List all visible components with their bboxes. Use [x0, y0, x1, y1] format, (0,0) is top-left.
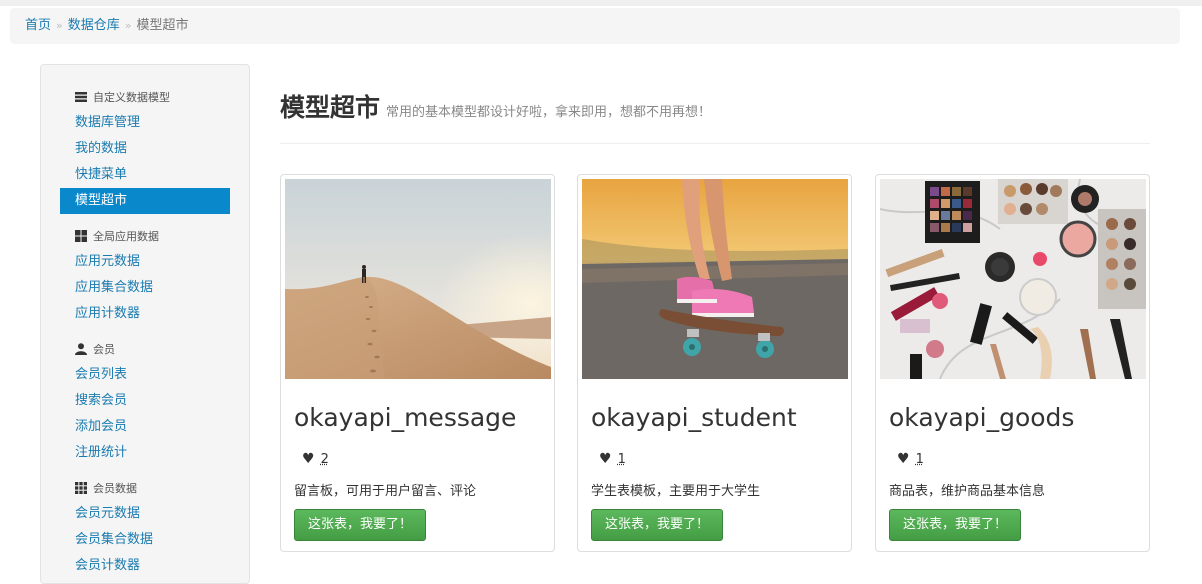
sidebar-item-app-collection[interactable]: 应用集合数据	[60, 275, 230, 301]
card-title: okayapi_message	[294, 403, 517, 432]
database-icon	[75, 92, 87, 102]
sidebar-item-add-member[interactable]: 添加会员	[60, 414, 230, 440]
sidebar-item-member-meta[interactable]: 会员元数据	[60, 501, 230, 527]
sidebar-item-app-counter[interactable]: 应用计数器	[60, 301, 230, 327]
card-description: 留言板，可用于用户留言、评论	[294, 484, 477, 499]
user-icon	[75, 343, 87, 355]
model-card: okayapi_message ♥ 2 留言板，可用于用户留言、评论 这张表，我要…	[280, 174, 555, 552]
breadcrumb-current: 模型超市	[136, 18, 189, 33]
sidebar-header-label: 会员数据	[93, 482, 137, 495]
heart-icon[interactable]: ♥	[599, 451, 612, 467]
cosmetics-photo	[880, 179, 1146, 379]
top-bar	[0, 0, 1202, 6]
sidebar-item-member-collection[interactable]: 会员集合数据	[60, 527, 230, 553]
sidebar-item-model-market[interactable]: 模型超市	[60, 188, 230, 214]
like-count-value: 1	[915, 452, 924, 467]
sidebar-item-search-member[interactable]: 搜索会员	[60, 388, 230, 414]
model-card: okayapi_student ♥ 1 学生表模板，主要用于大学生 这张表，我要了…	[577, 174, 852, 552]
grid-small-icon	[75, 482, 87, 494]
card-description: 学生表模板，主要用于大学生	[591, 484, 761, 499]
sidebar-header-global-data: 全局应用数据	[75, 229, 159, 245]
like-count: ♥ 1	[897, 451, 924, 467]
like-count-value: 1	[617, 452, 626, 467]
sidebar: 自定义数据模型 数据库管理 我的数据 快捷菜单 模型超市 全局应用数据 应用元数…	[40, 64, 250, 584]
sidebar-item-register-stats[interactable]: 注册统计	[60, 440, 230, 466]
breadcrumb: 首页 » 数据仓库 » 模型超市	[10, 8, 1180, 44]
breadcrumb-separator: »	[124, 19, 132, 32]
card-description: 商品表，维护商品基本信息	[889, 484, 1046, 499]
divider	[280, 143, 1150, 144]
take-table-button[interactable]: 这张表，我要了！	[294, 509, 427, 541]
page-header: 模型超市 常用的基本模型都设计好啦，拿来即用，想都不用再想！	[280, 88, 711, 124]
sidebar-header-custom-models: 自定义数据模型	[75, 90, 170, 106]
sidebar-header-label: 自定义数据模型	[93, 91, 170, 104]
breadcrumb-home-link[interactable]: 首页	[25, 18, 51, 33]
page-title: 模型超市	[280, 93, 381, 122]
sidebar-header-member-data: 会员数据	[75, 481, 137, 497]
like-count-value: 2	[320, 452, 329, 467]
card-title: okayapi_goods	[889, 403, 1075, 432]
take-table-button[interactable]: 这张表，我要了！	[889, 509, 1022, 541]
sidebar-item-member-list[interactable]: 会员列表	[60, 362, 230, 388]
desert-dune-photo	[285, 179, 551, 379]
breadcrumb-separator: »	[56, 19, 63, 32]
like-count: ♥ 2	[302, 451, 329, 467]
breadcrumb-warehouse-link[interactable]: 数据仓库	[68, 18, 120, 33]
skateboard-photo	[582, 179, 848, 379]
take-table-button[interactable]: 这张表，我要了！	[591, 509, 724, 541]
sidebar-header-members: 会员	[75, 342, 115, 358]
sidebar-item-app-meta[interactable]: 应用元数据	[60, 249, 230, 275]
sidebar-header-label: 会员	[93, 343, 115, 356]
like-count: ♥ 1	[599, 451, 626, 467]
sidebar-header-label: 全局应用数据	[93, 230, 159, 243]
model-card: okayapi_goods ♥ 1 商品表，维护商品基本信息 这张表，我要了！	[875, 174, 1150, 552]
card-title: okayapi_student	[591, 403, 797, 432]
heart-icon[interactable]: ♥	[897, 451, 910, 467]
sidebar-item-member-counter[interactable]: 会员计数器	[60, 553, 230, 579]
sidebar-item-quick-menu[interactable]: 快捷菜单	[60, 162, 230, 188]
page-subtitle: 常用的基本模型都设计好啦，拿来即用，想都不用再想！	[386, 105, 712, 120]
heart-icon[interactable]: ♥	[302, 451, 315, 467]
grid-large-icon	[75, 230, 87, 242]
sidebar-item-my-data[interactable]: 我的数据	[60, 136, 230, 162]
sidebar-item-db-manage[interactable]: 数据库管理	[60, 110, 230, 136]
